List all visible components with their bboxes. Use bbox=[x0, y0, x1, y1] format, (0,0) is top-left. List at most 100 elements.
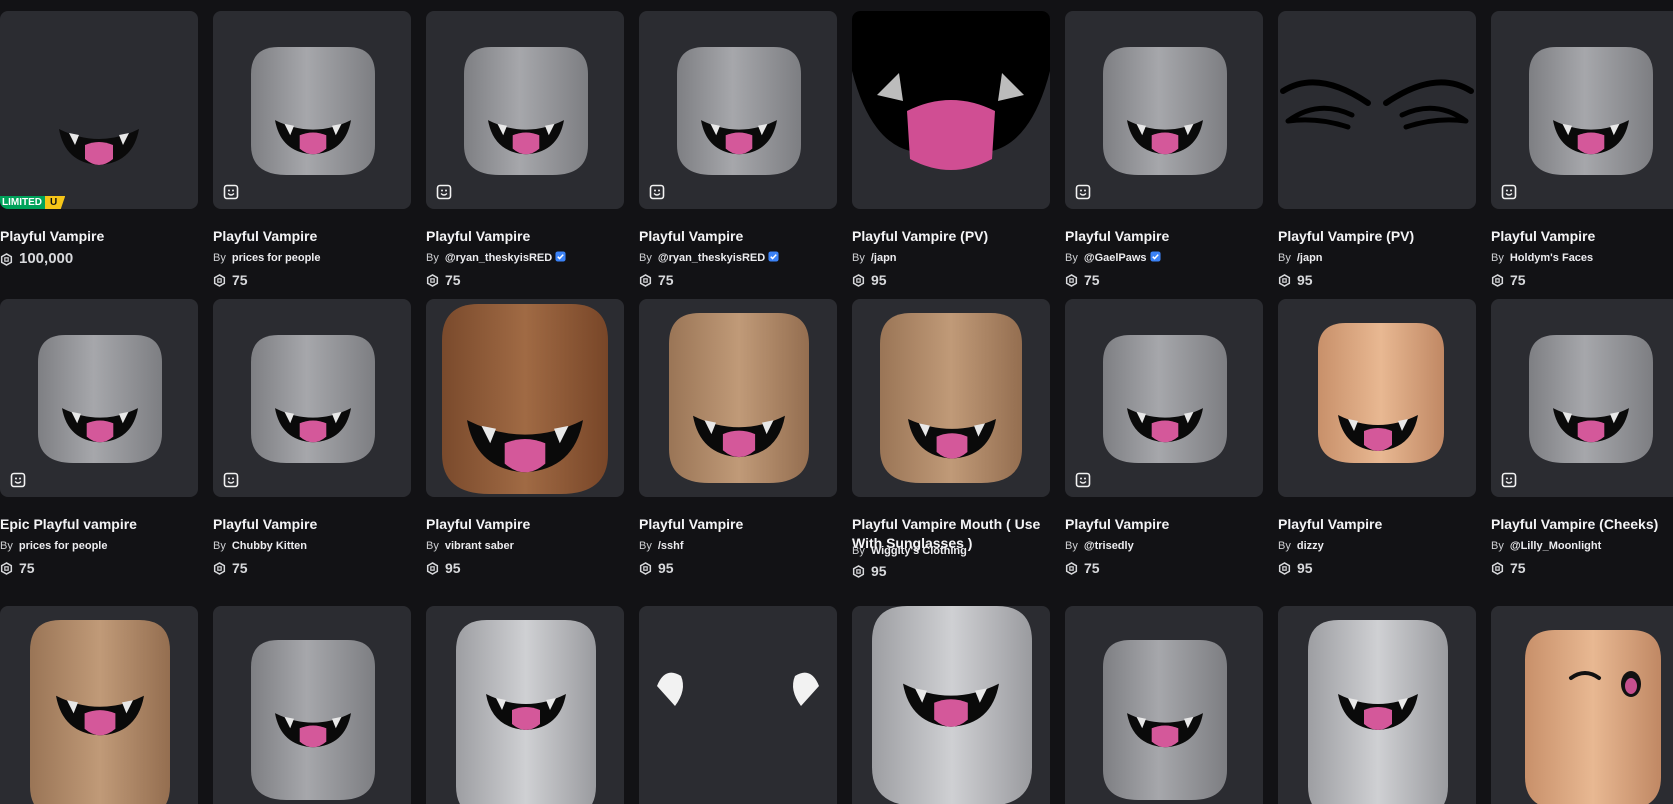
creator-name-link[interactable]: Chubby Kitten bbox=[232, 540, 307, 552]
robux-icon bbox=[213, 561, 226, 575]
price-value: 95 bbox=[1297, 560, 1313, 576]
item-thumbnail[interactable] bbox=[213, 606, 411, 804]
item-price: 95 bbox=[639, 559, 674, 577]
item-thumbnail[interactable] bbox=[1065, 11, 1263, 209]
creator-name-link[interactable]: prices for people bbox=[19, 540, 108, 552]
gray-head-thumbnail bbox=[251, 335, 375, 463]
item-creator: By/sshf bbox=[639, 539, 684, 553]
item-thumbnail[interactable] bbox=[0, 606, 198, 804]
item-thumbnail[interactable] bbox=[1491, 11, 1673, 209]
creator-name-link[interactable]: @GaelPaws bbox=[1084, 252, 1147, 264]
item-thumbnail[interactable] bbox=[852, 606, 1050, 804]
tan-head-thumbnail bbox=[669, 313, 809, 483]
by-label: By bbox=[1491, 540, 1504, 552]
creator-name-link[interactable]: /japn bbox=[1297, 252, 1323, 264]
price-value: 95 bbox=[871, 563, 887, 579]
item-name[interactable]: Playful Vampire bbox=[426, 515, 624, 534]
price-value: 75 bbox=[232, 560, 248, 576]
robux-icon bbox=[213, 273, 226, 287]
creator-name-link[interactable]: Holdym's Faces bbox=[1510, 252, 1593, 264]
item-thumbnail[interactable] bbox=[426, 11, 624, 209]
item-thumbnail[interactable] bbox=[1491, 606, 1673, 804]
dynamic-head-icon bbox=[10, 472, 26, 488]
by-label: By bbox=[639, 252, 652, 264]
item-thumbnail[interactable] bbox=[213, 11, 411, 209]
limited-label: LIMITED bbox=[0, 196, 45, 209]
item-price: 95 bbox=[852, 271, 887, 289]
item-thumbnail[interactable] bbox=[1278, 11, 1476, 209]
creator-name-link[interactable]: prices for people bbox=[232, 252, 321, 264]
robux-icon bbox=[0, 252, 13, 266]
item-name[interactable]: Playful Vampire bbox=[639, 515, 837, 534]
item-name[interactable]: Playful Vampire bbox=[213, 515, 411, 534]
item-thumbnail[interactable] bbox=[426, 606, 624, 804]
item-name[interactable]: Playful Vampire bbox=[1065, 515, 1263, 534]
price-value: 75 bbox=[232, 272, 248, 288]
item-price: 75 bbox=[0, 559, 35, 577]
item-thumbnail[interactable] bbox=[426, 299, 624, 497]
item-name[interactable]: Playful Vampire bbox=[0, 227, 198, 246]
creator-name-link[interactable]: @trisedly bbox=[1084, 540, 1134, 552]
item-name[interactable]: Playful Vampire bbox=[1278, 515, 1476, 534]
item-thumbnail[interactable]: LIMITED U bbox=[0, 11, 198, 209]
robux-icon bbox=[1065, 561, 1078, 575]
gray-head-thumbnail bbox=[1103, 47, 1227, 175]
creator-name-link[interactable]: dizzy bbox=[1297, 540, 1324, 552]
item-thumbnail[interactable] bbox=[213, 299, 411, 497]
item-name[interactable]: Playful Vampire (PV) bbox=[1278, 227, 1476, 246]
gray-head-thumbnail bbox=[1103, 335, 1227, 463]
item-thumbnail[interactable] bbox=[1278, 299, 1476, 497]
item-thumbnail[interactable] bbox=[1065, 299, 1263, 497]
item-thumbnail[interactable] bbox=[639, 299, 837, 497]
item-creator: By vibrant saber bbox=[426, 539, 514, 553]
item-thumbnail[interactable] bbox=[1491, 299, 1673, 497]
item-thumbnail[interactable] bbox=[852, 11, 1050, 209]
item-name[interactable]: Playful Vampire bbox=[639, 227, 837, 246]
vampire-face-thumbnail bbox=[59, 129, 139, 165]
robux-icon bbox=[1065, 273, 1078, 287]
item-thumbnail[interactable] bbox=[639, 606, 837, 804]
item-name[interactable]: Playful Vampire (PV) bbox=[852, 227, 1050, 246]
price-value: 75 bbox=[19, 560, 35, 576]
price-value: 95 bbox=[445, 560, 461, 576]
item-price: 95 bbox=[1278, 559, 1313, 577]
item-name[interactable]: Playful Vampire (Cheeks) bbox=[1491, 515, 1673, 534]
item-name[interactable]: Playful Vampire bbox=[1491, 227, 1673, 246]
robux-icon bbox=[1278, 273, 1291, 287]
item-name[interactable]: Playful Vampire bbox=[213, 227, 411, 246]
item-thumbnail[interactable] bbox=[852, 299, 1050, 497]
creator-name-link[interactable]: vibrant saber bbox=[445, 540, 514, 552]
item-thumbnail[interactable] bbox=[1278, 606, 1476, 804]
item-price: 75 bbox=[1491, 559, 1526, 577]
creator-name-link[interactable]: /japn bbox=[871, 252, 897, 264]
price-value: 75 bbox=[1084, 560, 1100, 576]
by-label: By bbox=[213, 252, 226, 264]
item-name[interactable]: Playful Vampire bbox=[1065, 227, 1263, 246]
verified-badge-icon bbox=[1150, 251, 1161, 262]
item-thumbnail[interactable] bbox=[1065, 606, 1263, 804]
by-label: By bbox=[1278, 252, 1291, 264]
dynamic-head-icon bbox=[223, 184, 239, 200]
item-name[interactable]: Epic Playful vampire bbox=[0, 515, 198, 534]
limited-u-label: U bbox=[45, 196, 66, 209]
item-creator: By prices for people bbox=[0, 539, 107, 553]
item-price: 75 bbox=[213, 559, 248, 577]
robux-icon bbox=[0, 561, 13, 575]
head-thumbnail bbox=[872, 606, 1032, 804]
item-thumbnail[interactable] bbox=[639, 11, 837, 209]
item-thumbnail[interactable] bbox=[0, 299, 198, 497]
creator-name-link[interactable]: /sshf bbox=[658, 540, 684, 552]
item-creator: By prices for people bbox=[213, 251, 320, 265]
robux-icon bbox=[426, 273, 439, 287]
robux-icon bbox=[1278, 561, 1291, 575]
creator-name-link[interactable]: @ryan_theskyisRED bbox=[658, 252, 765, 264]
gray-head-thumbnail bbox=[1529, 335, 1653, 463]
gray-head-thumbnail bbox=[677, 47, 801, 175]
creator-name-link[interactable]: @ryan_theskyisRED bbox=[445, 252, 552, 264]
creator-name-link[interactable]: @Lilly_Moonlight bbox=[1510, 540, 1601, 552]
head-thumbnail bbox=[456, 620, 596, 804]
item-creator: By Wiggity's Clothing bbox=[852, 544, 967, 558]
creator-name-link[interactable]: Wiggity's Clothing bbox=[871, 545, 967, 557]
item-name[interactable]: Playful Vampire bbox=[426, 227, 624, 246]
item-price: 75 bbox=[1065, 559, 1100, 577]
